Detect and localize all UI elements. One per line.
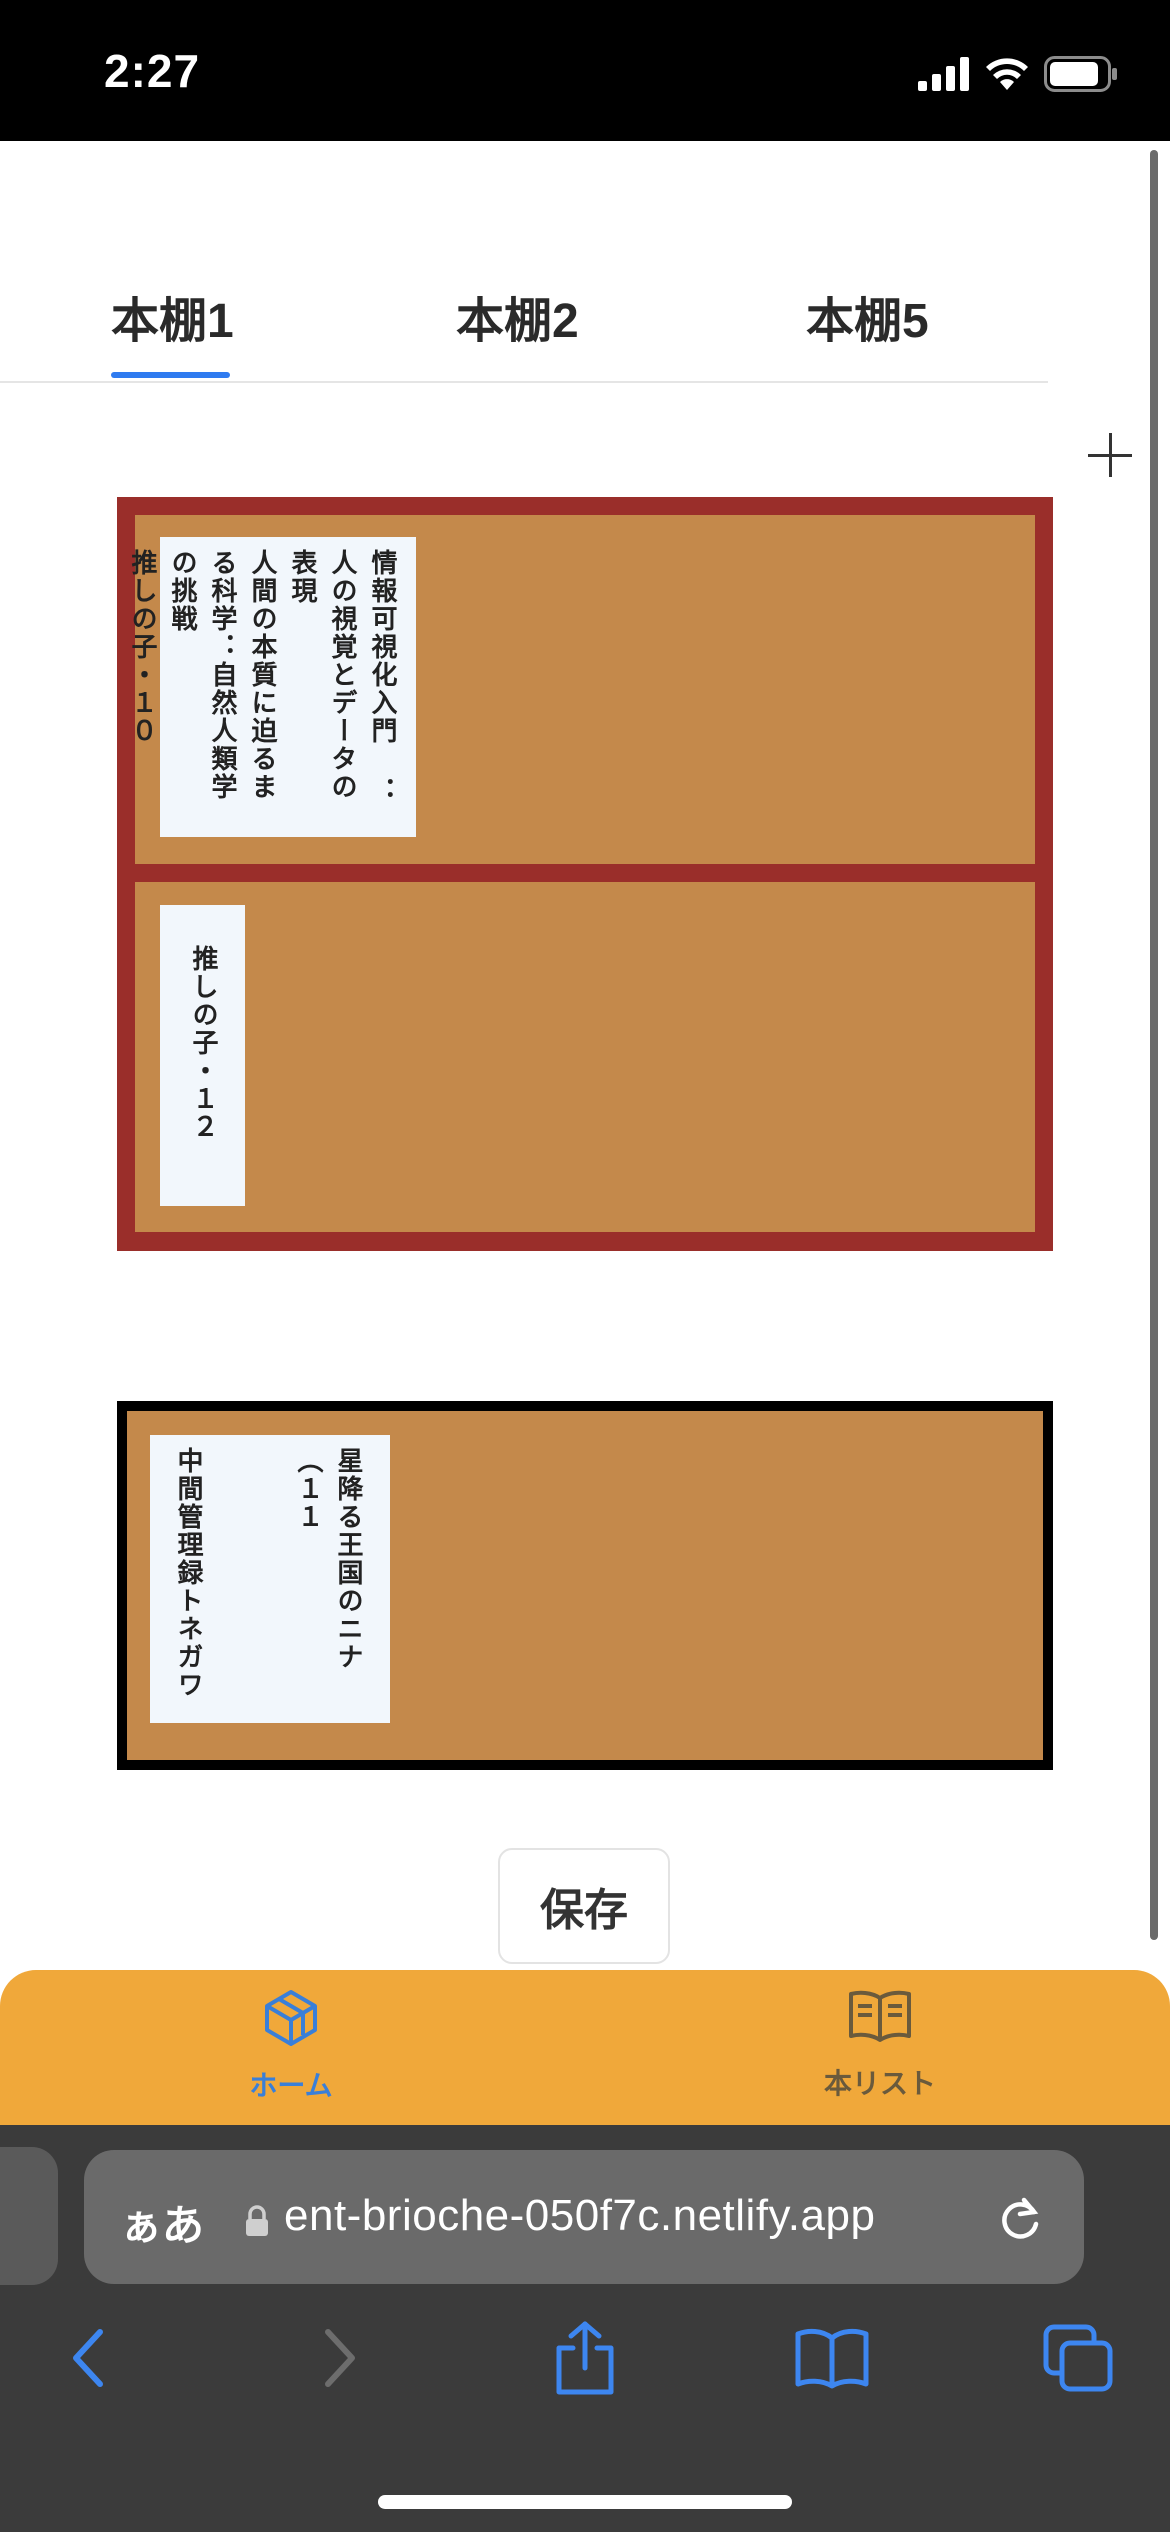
chevron-left-icon (68, 2326, 108, 2394)
book-title: 中間管理録トネガワ (173, 1447, 203, 1699)
battery-icon (1044, 56, 1118, 96)
shelf-row: 情報可視化入門 ：人の視覚とデータの表現 情報可視化入門 ：人の視覚とデータの表… (127, 515, 1035, 864)
status-icons (918, 56, 1118, 96)
book-title: 人間の本質に迫るまる科学：自然人類学の挑戦 (167, 549, 277, 801)
signal-icon (918, 57, 970, 95)
reload-icon[interactable] (994, 2192, 1046, 2248)
share-icon (553, 2320, 617, 2400)
tab-shelf-2[interactable]: 本棚2 (456, 281, 579, 351)
shelf-row: 推しの子・１２ (135, 882, 1035, 1232)
previous-tab-preview[interactable] (0, 2147, 58, 2285)
back-button[interactable] (46, 2318, 130, 2402)
open-book-icon (847, 1988, 913, 2050)
page-settings-button[interactable]: ぁあ (120, 2192, 204, 2253)
tab-shelf-5[interactable]: 本棚5 (806, 281, 929, 351)
bookshelf-2: 星降る王国のニナ（１１ 中間管理録トネガワ (117, 1401, 1053, 1770)
nav-home[interactable]: ホーム (161, 1988, 421, 2108)
nav-booklist-label: 本リスト (823, 2067, 936, 2100)
book-item[interactable]: 推しの子・１２ (160, 905, 245, 1206)
book-item[interactable]: 情報可視化入門 ：人の視覚とデータの表現 人間の本質に迫るまる科学：自然人類学の… (127, 537, 416, 837)
active-tab-indicator (111, 372, 230, 378)
page-scrollbar[interactable] (1150, 150, 1158, 1940)
address-bar[interactable]: ぁあ ent-brioche-050f7c.netlify.app (84, 2150, 1084, 2284)
book-icon (794, 2326, 870, 2394)
wifi-icon (984, 56, 1030, 96)
shelf-row: 星降る王国のニナ（１１ 中間管理録トネガワ (127, 1411, 1043, 1760)
lock-icon (244, 2205, 270, 2241)
status-bar: 2:27 (0, 0, 1170, 141)
app-bottom-nav: ホーム 本リスト (0, 1970, 1170, 2125)
book-title: 情報可視化入門 ：人の視覚とデータの表現 (287, 549, 397, 805)
tabs-button[interactable] (1036, 2318, 1120, 2402)
browser-chrome: ぁあ ent-brioche-050f7c.netlify.app (0, 2125, 1170, 2532)
book-title: 推しの子・１０ (127, 549, 157, 745)
book-title: 星降る王国のニナ（１１ (293, 1447, 363, 1671)
tabs-icon (1042, 2323, 1114, 2397)
add-shelf-icon[interactable] (1088, 433, 1132, 477)
chevron-right-icon (320, 2326, 360, 2394)
tab-shelf-1[interactable]: 本棚1 (111, 281, 234, 351)
tabs-divider (0, 381, 1048, 383)
home-indicator (378, 2495, 792, 2509)
book-item[interactable]: 星降る王国のニナ（１１ 中間管理録トネガワ (150, 1435, 390, 1723)
save-button[interactable]: 保存 (498, 1848, 670, 1964)
bookshelf-1: 情報可視化入門 ：人の視覚とデータの表現 情報可視化入門 ：人の視覚とデータの表… (117, 497, 1053, 1251)
url-text: ent-brioche-050f7c.netlify.app (284, 2191, 876, 2240)
bookmarks-button[interactable] (790, 2318, 874, 2402)
nav-booklist[interactable]: 本リスト (750, 1988, 1010, 2108)
share-button[interactable] (543, 2318, 627, 2402)
status-time: 2:27 (104, 45, 201, 97)
nav-home-label: ホーム (249, 2069, 333, 2102)
shelf-tabs: 本棚1 本棚2 本棚5 (0, 141, 1170, 477)
home-cube-icon (261, 1988, 321, 2052)
forward-button[interactable] (298, 2318, 382, 2402)
